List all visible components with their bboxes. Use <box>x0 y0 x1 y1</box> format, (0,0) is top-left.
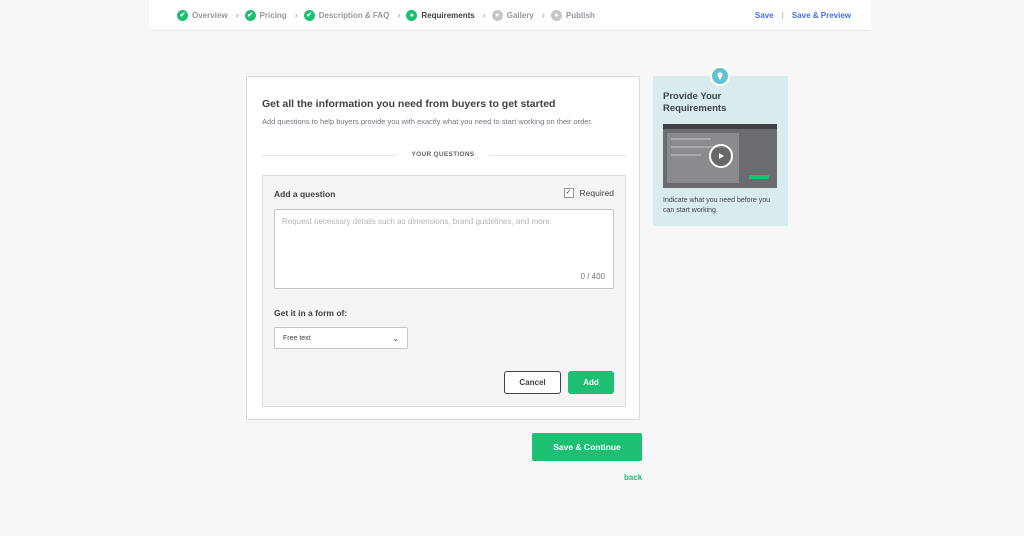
required-checkbox[interactable]: ✓ Required <box>563 188 615 198</box>
step-description-faq[interactable]: ✔ Description & FAQ <box>303 9 390 21</box>
add-button[interactable]: Add <box>568 371 614 394</box>
divider <box>490 155 626 156</box>
current-step-icon: ● <box>406 9 418 21</box>
pending-step-icon: ● <box>550 9 562 21</box>
section-label: YOUR QUESTIONS <box>411 151 475 158</box>
video-thumbnail[interactable] <box>663 124 777 188</box>
step-pricing[interactable]: ✔ Pricing <box>244 9 287 21</box>
chevron-right-icon: › <box>541 10 545 20</box>
chevron-down-icon: ⌄ <box>392 333 399 343</box>
card-subtitle: Add questions to help buyers provide you… <box>262 117 593 126</box>
step-label: Gallery <box>506 10 534 20</box>
chevron-right-icon: › <box>397 10 401 20</box>
back-link[interactable]: back <box>624 473 642 482</box>
step-label: Overview <box>192 10 228 20</box>
add-question-box: Add a question ✓ Required 0 / 400 Get it… <box>262 175 626 407</box>
step-label: Publish <box>565 10 595 20</box>
question-textarea[interactable] <box>274 209 614 289</box>
step-requirements[interactable]: ● Requirements <box>406 9 475 21</box>
step-publish[interactable]: ● Publish <box>550 9 595 21</box>
chevron-right-icon: › <box>235 10 239 20</box>
cancel-button[interactable]: Cancel <box>504 371 561 394</box>
step-label: Pricing <box>259 10 287 20</box>
add-question-label: Add a question <box>274 189 336 199</box>
steps-breadcrumb: ✔ Overview › ✔ Pricing › ✔ Description &… <box>177 0 595 30</box>
play-icon[interactable] <box>709 144 733 168</box>
help-text: Indicate what you need before you can st… <box>663 197 771 214</box>
required-label: Required <box>579 188 615 198</box>
divider <box>262 155 396 156</box>
character-counter: 0 / 400 <box>580 272 605 281</box>
help-title: Provide Your Requirements <box>663 91 727 114</box>
save-preview-link[interactable]: Save & Preview <box>792 11 851 20</box>
chevron-right-icon: › <box>482 10 486 20</box>
step-gallery[interactable]: ● Gallery <box>491 9 534 21</box>
top-actions: Save | Save & Preview <box>755 0 851 30</box>
checkbox-check-icon[interactable]: ✓ <box>563 188 574 198</box>
answer-format-label: Get it in a form of: <box>274 308 348 318</box>
save-continue-button[interactable]: Save & Continue <box>532 433 642 461</box>
top-navigation-bar: ✔ Overview › ✔ Pricing › ✔ Description &… <box>149 0 871 31</box>
card-title: Get all the information you need from bu… <box>262 98 556 110</box>
check-icon: ✔ <box>177 9 188 21</box>
step-label: Description & FAQ <box>318 10 390 20</box>
save-link[interactable]: Save <box>755 11 774 20</box>
chevron-right-icon: › <box>294 10 298 20</box>
answer-format-select[interactable]: Free text ⌄ <box>274 327 408 349</box>
pending-step-icon: ● <box>491 9 503 21</box>
help-panel: Provide Your Requirements Indicate what … <box>653 66 788 226</box>
divider: | <box>781 10 784 20</box>
step-overview[interactable]: ✔ Overview <box>177 9 228 21</box>
lightbulb-icon <box>710 66 730 86</box>
check-icon: ✔ <box>303 9 315 21</box>
selected-value: Free text <box>283 334 311 342</box>
step-label: Requirements <box>421 10 475 20</box>
check-icon: ✔ <box>244 9 256 21</box>
requirements-card: Get all the information you need from bu… <box>246 76 640 420</box>
